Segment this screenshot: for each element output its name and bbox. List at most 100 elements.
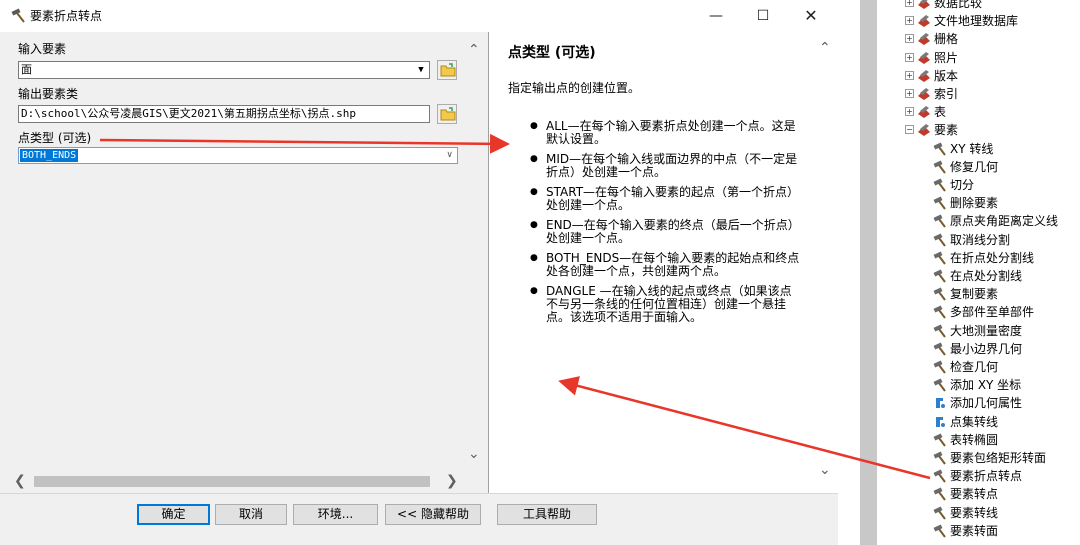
help-option-both-ends: BOTH_ENDS—在每个输入要素的起始点和终点处各创建一个点，共创建两个点。 <box>530 252 800 278</box>
tree-group-item[interactable]: + 数据比较 <box>877 0 1077 12</box>
tree-group-item[interactable]: + 表 <box>877 103 1077 121</box>
tree-tool-item[interactable]: 取消线分割 <box>877 231 1077 249</box>
tree-tool-label: 表转椭圆 <box>950 432 999 447</box>
toolbox-icon <box>918 124 930 137</box>
tree-tool-item[interactable]: 要素折点转点 <box>877 467 1077 485</box>
tree-tool-item[interactable]: 原点夹角距离定义线 <box>877 212 1077 230</box>
parameters-pane: 输入要素 面 ▼ 输出要素类 D:\school\公众号凌晨GIS\更文2021… <box>0 32 489 493</box>
tree-group-label: 要素 <box>934 123 959 138</box>
tree-tool-label: 要素折点转点 <box>950 469 1023 484</box>
tree-tool-label: 检查几何 <box>950 360 999 374</box>
hammer-icon <box>933 142 946 156</box>
tree-group-item[interactable]: + 文件地理数据库 <box>877 12 1077 30</box>
tree-tool-item[interactable]: 要素包络矩形转面 <box>877 449 1077 467</box>
cancel-button[interactable]: 取消 <box>215 504 287 525</box>
scroll-up-icon[interactable]: ⌃ <box>819 40 831 56</box>
tree-group-item[interactable]: + 索引 <box>877 85 1077 103</box>
tree-tool-label: 原点夹角距离定义线 <box>950 214 1059 229</box>
panel-splitter[interactable] <box>860 0 877 545</box>
tree-group-label: 版本 <box>934 68 959 83</box>
tree-tool-item[interactable]: 修复几何 <box>877 158 1077 176</box>
toolbox-icon <box>918 106 930 119</box>
tree-tool-item[interactable]: 添加 XY 坐标 <box>877 376 1077 394</box>
tree-group-item[interactable]: + 照片 <box>877 49 1077 67</box>
expand-icon[interactable]: + <box>905 16 914 26</box>
browse-input-button[interactable] <box>437 60 457 80</box>
help-title: 点类型 (可选) <box>508 45 596 61</box>
window-gap <box>838 0 860 545</box>
tree-tool-item[interactable]: 在点处分割线 <box>877 267 1077 285</box>
tree-tool-item[interactable]: XY 转线 <box>877 140 1077 158</box>
tree-tool-item[interactable]: 检查几何 <box>877 358 1077 376</box>
hide-help-button[interactable]: << 隐藏帮助 <box>385 504 481 525</box>
tree-tool-label: 要素转面 <box>950 523 999 538</box>
tree-tool-item[interactable]: 最小边界几何 <box>877 340 1077 358</box>
tree-group-label: 索引 <box>934 87 959 101</box>
help-option-mid: MID—在每个输入线或面边界的中点（不一定是折点）处创建一个点。 <box>530 153 800 179</box>
tree-group-item[interactable]: + 版本 <box>877 67 1077 85</box>
close-button[interactable]: ✕ <box>788 0 834 32</box>
input-features-value: 面 <box>21 63 32 76</box>
tree-tool-item[interactable]: 添加几何属性 <box>877 394 1077 412</box>
parameters-vertical-scrollbar[interactable]: ⌃ ⌄ <box>466 38 483 466</box>
scroll-down-icon[interactable]: ⌄ <box>468 446 480 462</box>
scroll-up-icon[interactable]: ⌃ <box>468 42 480 58</box>
tree-tool-item[interactable]: 要素转面 <box>877 522 1077 540</box>
combo-dropdown-icon[interactable]: ▼ <box>413 62 429 78</box>
hammer-icon <box>933 160 946 174</box>
parameters-horizontal-scrollbar[interactable]: ❮ ❯ <box>0 470 466 492</box>
tree-group-item[interactable]: + 栅格 <box>877 30 1077 48</box>
expand-icon[interactable]: + <box>905 0 914 7</box>
hammer-icon <box>933 178 946 192</box>
hammer-icon <box>933 287 946 301</box>
maximize-button[interactable]: ☐ <box>740 0 786 32</box>
tree-tool-item[interactable]: 表转椭圆 <box>877 431 1077 449</box>
expand-icon[interactable]: + <box>905 52 914 62</box>
tree-tool-label: 要素包络矩形转面 <box>950 451 1047 465</box>
help-pane: 点类型 (可选) 指定输出点的创建位置。 ALL—在每个输入要素折点处创建一个点… <box>490 32 838 493</box>
expand-icon[interactable]: + <box>905 34 914 44</box>
hammer-icon <box>933 469 946 483</box>
title-bar[interactable]: 要素折点转点 — ☐ ✕ <box>0 0 838 32</box>
scroll-left-icon[interactable]: ❮ <box>14 473 26 489</box>
output-feature-class-label: 输出要素类 <box>18 87 79 101</box>
expand-icon[interactable]: + <box>905 107 914 117</box>
expand-icon[interactable]: + <box>905 70 914 80</box>
tool-help-button[interactable]: 工具帮助 <box>497 504 597 525</box>
scroll-down-icon[interactable]: ⌄ <box>819 462 831 478</box>
hammer-icon <box>933 305 946 319</box>
browse-output-button[interactable] <box>437 104 457 124</box>
tree-group-label: 栅格 <box>934 32 959 47</box>
scroll-right-icon[interactable]: ❯ <box>446 473 458 489</box>
help-vertical-scrollbar[interactable]: ⌃ ⌄ <box>816 38 834 488</box>
tree-tool-item[interactable]: 点集转线 <box>877 413 1077 431</box>
ok-button[interactable]: 确定 <box>137 504 210 525</box>
tree-group-label: 数据比较 <box>934 0 983 10</box>
tool-dialog: 要素折点转点 — ☐ ✕ 输入要素 面 ▼ 输出要素类 D:\school\公众… <box>0 0 838 545</box>
tree-tool-item[interactable]: 复制要素 <box>877 285 1077 303</box>
input-features-combo[interactable]: 面 ▼ <box>18 61 430 79</box>
tree-tool-label: 最小边界几何 <box>950 341 1023 356</box>
hammer-icon <box>933 487 946 501</box>
tree-tool-label: 添加 XY 坐标 <box>950 378 1022 393</box>
tree-tool-item[interactable]: 大地测量密度 <box>877 322 1077 340</box>
tree-tool-item[interactable]: 要素转点 <box>877 485 1077 503</box>
output-feature-class-input[interactable]: D:\school\公众号凌晨GIS\更文2021\第五期拐点坐标\拐点.shp <box>18 105 430 123</box>
point-type-select[interactable]: BOTH_ENDS ∨ <box>18 147 458 164</box>
tree-tool-item[interactable]: 要素转线 <box>877 504 1077 522</box>
expand-icon[interactable]: + <box>905 89 914 98</box>
tree-tool-item[interactable]: 切分 <box>877 176 1077 194</box>
hammer-icon <box>933 324 946 338</box>
tree-group-label: 表 <box>934 105 947 120</box>
collapse-icon[interactable]: − <box>905 125 914 135</box>
tree-tool-item[interactable]: 在折点处分割线 <box>877 249 1077 267</box>
hammer-icon <box>933 214 946 228</box>
minimize-button[interactable]: — <box>693 0 739 32</box>
tree-tool-item[interactable]: 删除要素 <box>877 194 1077 212</box>
horizontal-scroll-thumb[interactable] <box>34 476 430 487</box>
environments-button[interactable]: 环境... <box>293 504 378 525</box>
tree-group-item[interactable]: − 要素 <box>877 121 1077 139</box>
tree-group-label: 照片 <box>934 50 959 65</box>
tree-tool-item[interactable]: 多部件至单部件 <box>877 303 1077 321</box>
hammer-icon <box>933 342 946 356</box>
